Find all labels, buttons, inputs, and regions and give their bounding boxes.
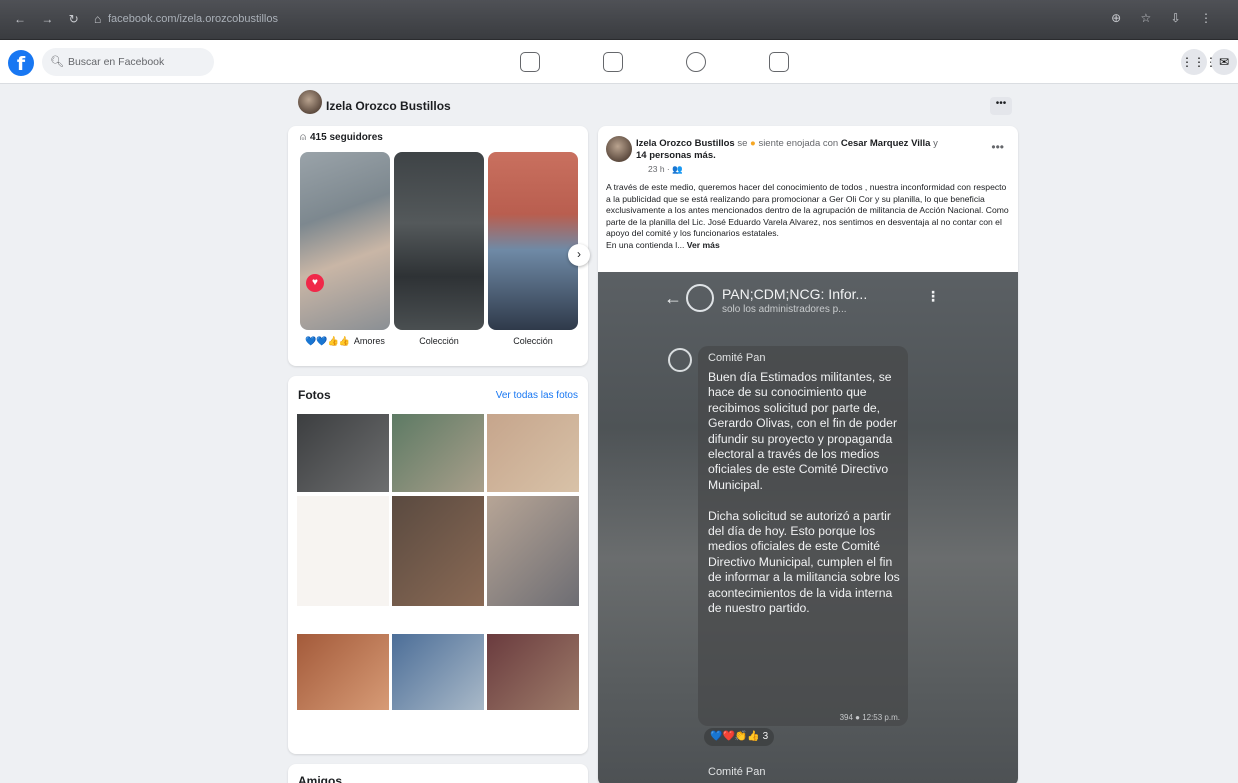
friends-card: Amigos (288, 764, 588, 783)
back-arrow-icon: ← (664, 288, 682, 308)
story-label: 💙💙👍👍 Amores (305, 336, 385, 346)
facebook-top-bar: f 🔍︎ Buscar en Facebook ⋮⋮⋮ ✉ (0, 40, 1238, 84)
profile-header: Izela Orozco Bustillos ••• (288, 86, 1018, 126)
tagged-others-link[interactable]: 14 personas más. (636, 150, 716, 161)
photo-thumbnail[interactable] (297, 634, 389, 710)
story-thumbnail[interactable]: ♥ (300, 152, 390, 330)
story-label: Colección (513, 336, 553, 346)
address-bar[interactable]: facebook.com/izela.orozcobustillos (108, 13, 278, 25)
angry-emoji-icon: ● (750, 138, 756, 149)
search-icon: 🔍︎ (50, 56, 64, 68)
facebook-logo-icon[interactable]: f (8, 50, 34, 76)
gaming-icon[interactable] (769, 52, 789, 72)
rss-icon: ⍝ (300, 132, 306, 143)
search-placeholder: Buscar en Facebook (67, 56, 165, 68)
browser-nav-buttons[interactable]: ← → ↻ ⌂ (14, 12, 107, 26)
message-text: Buen día Estimados militantes, se hace d… (708, 370, 900, 616)
kebab-menu-icon: ⋮ (926, 288, 940, 304)
post-body: A través de este medio, queremos hacer d… (606, 182, 1009, 250)
story-label: Colección (419, 336, 459, 346)
post-author-name[interactable]: Izela Orozco Bustillos (636, 138, 735, 149)
friends-title: Amigos (298, 774, 343, 783)
reactions-icon: 💙💙👍👍 (305, 336, 350, 346)
message-reactions: 💙❤️👏👍 3 (704, 728, 775, 746)
channel-subtitle: solo los administradores p... (722, 304, 847, 315)
tagged-person-link[interactable]: Cesar Marquez Villa (841, 138, 931, 149)
video-icon[interactable] (603, 52, 623, 72)
apps-menu-icon[interactable]: ⋮⋮⋮ (1181, 49, 1217, 75)
photos-card: Fotos Ver todas las fotos (288, 376, 588, 754)
browser-toolbar: ← → ↻ ⌂ facebook.com/izela.orozcobustill… (0, 0, 1238, 40)
photo-thumbnail[interactable] (297, 496, 389, 606)
chat-message-bubble: Comité Pan Buen día Estimados militantes… (698, 346, 908, 726)
photo-thumbnail[interactable] (392, 414, 484, 492)
post-timestamp[interactable]: 23 h · 👥 (648, 164, 683, 175)
chevron-right-icon[interactable]: › (568, 244, 590, 266)
message-sender: Comité Pan (708, 352, 766, 364)
profile-more-button[interactable]: ••• (990, 97, 1012, 115)
see-more-link[interactable]: Ver más (687, 240, 720, 250)
message-timestamp: 394 ● 12:53 p.m. (839, 713, 900, 722)
channel-avatar (686, 284, 714, 312)
story-thumbnail[interactable] (488, 152, 578, 330)
groups-icon[interactable] (686, 52, 706, 72)
post-author-line: Izela Orozco Bustillos se ● siente enoja… (636, 138, 938, 161)
heart-icon: ♥ (306, 274, 324, 292)
search-input[interactable]: 🔍︎ Buscar en Facebook (42, 48, 214, 76)
post-options-icon[interactable]: ••• (991, 140, 1004, 154)
post-card: Izela Orozco Bustillos se ● siente enoja… (598, 126, 1018, 783)
story-thumbnail[interactable] (394, 152, 484, 330)
see-all-photos-link[interactable]: Ver todas las fotos (496, 390, 578, 401)
next-message-sender: Comité Pan (708, 766, 766, 778)
home-icon[interactable] (520, 52, 540, 72)
browser-tools[interactable]: ⊕ ☆ ⇩ ⋮ (1111, 11, 1220, 25)
featured-stories-card: ⍝ 415 seguidores ♥ › 💙💙👍👍 Amores Colecció… (288, 126, 590, 366)
channel-name: PAN;CDM;NCG: Infor... (722, 286, 868, 302)
profile-name[interactable]: Izela Orozco Bustillos (326, 99, 451, 113)
followers-count[interactable]: ⍝ 415 seguidores (300, 132, 383, 143)
photos-title: Fotos (298, 388, 331, 402)
photo-thumbnail[interactable] (392, 496, 484, 606)
post-author-avatar[interactable] (606, 136, 632, 162)
photo-thumbnail[interactable] (487, 496, 579, 606)
photo-thumbnail[interactable] (392, 634, 484, 710)
photo-thumbnail[interactable] (487, 634, 579, 710)
profile-avatar[interactable] (298, 90, 322, 114)
messenger-icon[interactable]: ✉ (1211, 49, 1237, 75)
photo-thumbnail[interactable] (487, 414, 579, 492)
post-image[interactable]: ← PAN;CDM;NCG: Infor... solo los adminis… (598, 272, 1018, 783)
photo-thumbnail[interactable] (297, 414, 389, 492)
sender-avatar (668, 348, 692, 372)
chat-screenshot-header: ← PAN;CDM;NCG: Infor... solo los adminis… (660, 280, 950, 324)
